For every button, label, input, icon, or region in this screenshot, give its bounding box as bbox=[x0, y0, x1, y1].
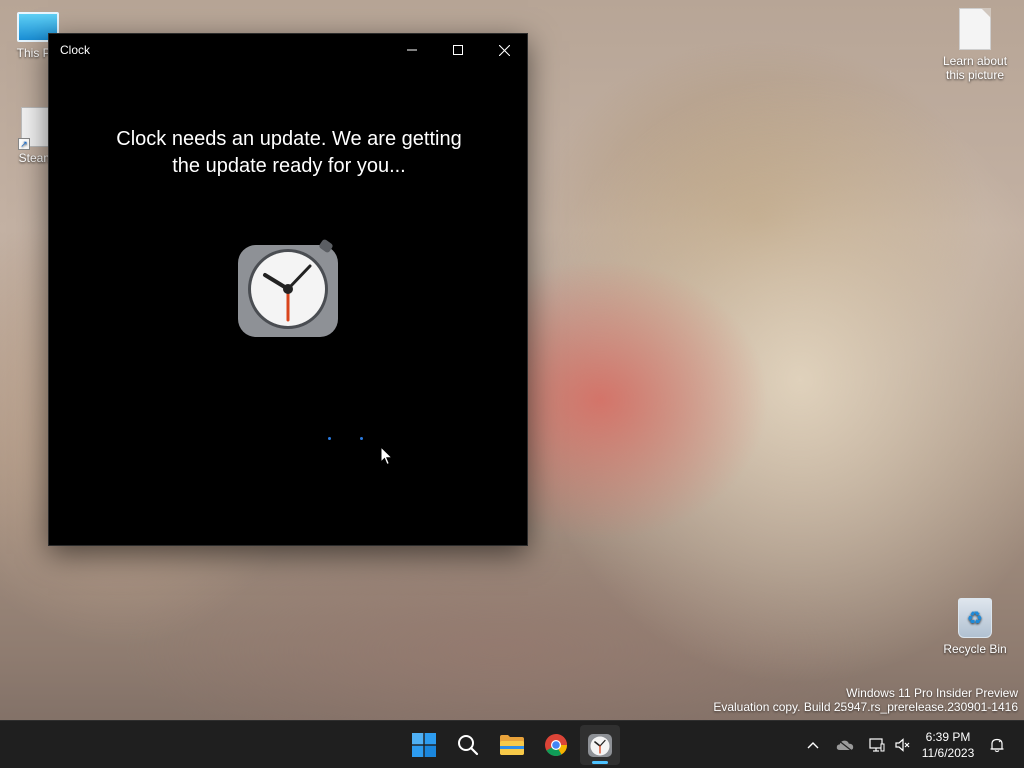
maximize-button[interactable] bbox=[435, 34, 481, 66]
minimize-icon bbox=[407, 49, 417, 51]
show-hidden-icons-button[interactable] bbox=[802, 721, 824, 768]
close-icon bbox=[498, 44, 510, 56]
search-icon bbox=[458, 735, 479, 756]
start-button[interactable] bbox=[404, 725, 444, 765]
network-button[interactable] bbox=[866, 721, 888, 768]
notification-button[interactable] bbox=[986, 721, 1008, 768]
clock-app-button[interactable] bbox=[580, 725, 620, 765]
steam-shortcut-icon: ↗ bbox=[18, 107, 51, 150]
clock-time: 6:39 PM bbox=[925, 730, 971, 744]
clock-date: 11/6/2023 bbox=[921, 746, 975, 760]
chevron-up-icon bbox=[807, 742, 819, 749]
chrome-icon bbox=[545, 734, 567, 756]
title-bar[interactable]: Clock bbox=[49, 34, 527, 66]
shortcut-arrow-icon: ↗ bbox=[18, 138, 30, 150]
watermark-line: Evaluation copy. Build 25947.rs_prerelea… bbox=[713, 700, 1018, 714]
system-clock[interactable]: 6:39 PM 11/6/2023 bbox=[916, 729, 980, 761]
clock-app-icon bbox=[588, 734, 612, 757]
desktop-icon-label: Learn about this picture bbox=[942, 54, 1008, 82]
window-title: Clock bbox=[60, 43, 91, 57]
close-button[interactable] bbox=[481, 34, 527, 66]
progress-dot bbox=[328, 437, 331, 440]
file-explorer-icon bbox=[500, 735, 524, 755]
mouse-cursor-icon bbox=[380, 446, 393, 466]
recycle-bin-icon: ♻ bbox=[958, 598, 992, 638]
minimize-button[interactable] bbox=[389, 34, 435, 66]
desktop-icon-recycle-bin[interactable]: ♻ Recycle Bin bbox=[933, 598, 1017, 656]
active-app-indicator bbox=[592, 761, 608, 764]
evaluation-watermark: Windows 11 Pro Insider Preview Evaluatio… bbox=[713, 686, 1018, 714]
taskbar: 6:39 PM 11/6/2023 bbox=[0, 720, 1024, 768]
onedrive-icon bbox=[836, 739, 854, 751]
maximize-icon bbox=[453, 45, 463, 55]
desktop-icon-label: Recycle Bin bbox=[943, 642, 1007, 656]
clock-window: Clock Clock needs an update. We are gett… bbox=[48, 33, 528, 546]
document-icon bbox=[959, 8, 991, 50]
volume-button[interactable] bbox=[892, 721, 914, 768]
desktop-icon-learn-picture[interactable]: Learn about this picture bbox=[933, 8, 1017, 82]
volume-muted-icon bbox=[895, 738, 910, 752]
network-icon bbox=[869, 738, 885, 752]
progress-dot bbox=[360, 437, 363, 440]
update-message: Clock needs an update. We are getting th… bbox=[116, 128, 462, 177]
clock-app-logo-icon bbox=[238, 239, 338, 337]
file-explorer-button[interactable] bbox=[492, 725, 532, 765]
onedrive-button[interactable] bbox=[832, 721, 858, 768]
notification-icon bbox=[990, 738, 1004, 753]
watermark-line: Windows 11 Pro Insider Preview bbox=[846, 686, 1018, 700]
start-icon bbox=[412, 733, 436, 757]
search-button[interactable] bbox=[448, 725, 488, 765]
chrome-button[interactable] bbox=[536, 725, 576, 765]
